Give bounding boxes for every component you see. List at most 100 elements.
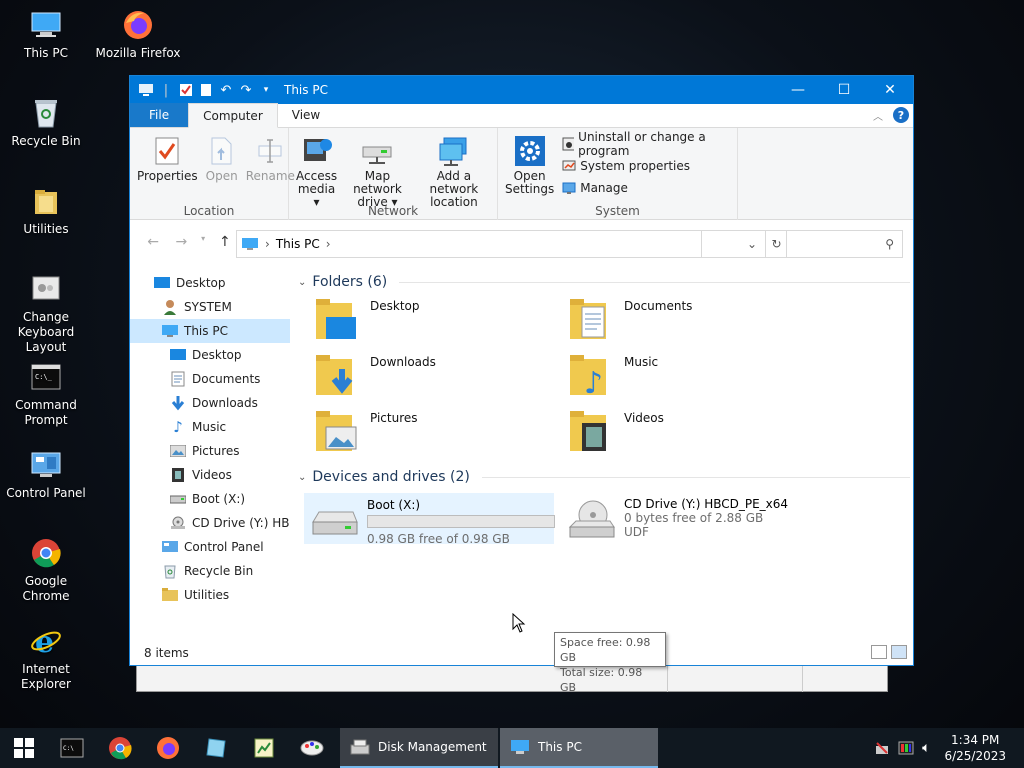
undo-icon[interactable]: ↶: [218, 82, 234, 98]
documents-folder-icon: [570, 299, 616, 341]
rename-icon: [254, 134, 286, 168]
network-tools-icon[interactable]: [874, 740, 890, 756]
large-icons-view-icon[interactable]: [891, 645, 907, 659]
new-folder-qat-icon[interactable]: [198, 82, 214, 98]
clock-date: 6/25/2023: [944, 749, 1006, 763]
display-color-icon[interactable]: [898, 740, 914, 756]
taskbar-app-6[interactable]: [288, 728, 336, 768]
item-count: 8 items: [144, 646, 189, 660]
navigation-pane: Desktop SYSTEM This PC Desktop Documents…: [130, 271, 290, 641]
clock[interactable]: 1:34 PM 6/25/2023: [944, 732, 1006, 764]
nav-item-utilities[interactable]: Utilities: [130, 583, 290, 607]
desktop-icon-this-pc[interactable]: This PC: [0, 8, 92, 61]
breadcrumb-this-pc[interactable]: This PC: [276, 237, 320, 251]
nav-item-pictures[interactable]: Pictures: [130, 439, 290, 463]
details-view-icon[interactable]: [871, 645, 887, 659]
desktop-icon-chrome[interactable]: Google Chrome: [0, 536, 92, 604]
nav-item-boot-drive[interactable]: Boot (X:): [130, 487, 290, 511]
maximize-button[interactable]: ☐: [821, 76, 867, 104]
devices-section-header[interactable]: ⌄ Devices and drives (2): [298, 466, 910, 488]
redo-icon[interactable]: ↷: [238, 82, 254, 98]
svg-text:C:\: C:\: [63, 745, 74, 752]
properties-qat-icon[interactable]: [178, 82, 194, 98]
explorer-window[interactable]: | ↶ ↷ ▾ This PC — ☐ ✕ File Computer View…: [129, 75, 914, 694]
folder-downloads[interactable]: Downloads: [316, 355, 436, 397]
notebook-icon: [206, 738, 226, 758]
tab-view[interactable]: View: [278, 103, 334, 127]
folder-videos[interactable]: Videos: [570, 411, 664, 453]
nav-item-cd-drive[interactable]: CD Drive (Y:) HBC: [130, 511, 290, 535]
recent-locations-icon[interactable]: ▾: [199, 234, 208, 250]
drive-boot[interactable]: Boot (X:) 0.98 GB free of 0.98 GB: [304, 493, 555, 546]
customize-qat-icon[interactable]: ▾: [258, 82, 274, 98]
back-arrow-icon[interactable]: ←: [142, 234, 164, 250]
drive-icon: [170, 491, 186, 507]
tab-file[interactable]: File: [130, 103, 189, 127]
desktop-icon-keyboard-layout[interactable]: Change Keyboard Layout: [0, 272, 92, 355]
folder-documents[interactable]: Documents: [570, 299, 692, 341]
access-media-icon: [301, 134, 333, 168]
system-properties-button[interactable]: System properties: [562, 158, 734, 174]
taskbar-app-4[interactable]: [192, 728, 240, 768]
forward-arrow-icon[interactable]: →: [170, 234, 192, 250]
taskbar-task-this-pc[interactable]: This PC: [500, 728, 658, 768]
mouse-cursor-icon: [512, 613, 526, 633]
help-icon[interactable]: ?: [893, 107, 909, 123]
search-input[interactable]: ⚲: [701, 230, 903, 258]
taskbar-task-disk-management[interactable]: Disk Management: [340, 728, 498, 768]
folder-pictures[interactable]: Pictures: [316, 411, 418, 453]
uninstall-program-button[interactable]: Uninstall or change a program: [562, 130, 734, 158]
folders-section-header[interactable]: ⌄ Folders (6): [298, 271, 910, 293]
nav-item-desktop-root[interactable]: Desktop: [130, 271, 290, 295]
nav-item-recycle-bin[interactable]: Recycle Bin: [130, 559, 290, 583]
folder-desktop[interactable]: Desktop: [316, 299, 420, 341]
desktop-icon-label: Command Prompt: [15, 398, 77, 427]
manage-button[interactable]: Manage: [562, 180, 734, 196]
taskbar-app-5[interactable]: [240, 728, 288, 768]
view-buttons: [871, 645, 907, 659]
drive-cd[interactable]: CD Drive (Y:) HBCD_PE_x64 0 bytes free o…: [562, 493, 862, 544]
desktop-icon-utilities[interactable]: Utilities: [0, 184, 92, 237]
close-button[interactable]: ✕: [867, 76, 913, 104]
tab-computer[interactable]: Computer: [188, 103, 278, 128]
folder-music[interactable]: ♪ Music: [570, 355, 658, 401]
nav-item-control-panel[interactable]: Control Panel: [130, 535, 290, 559]
nav-item-music[interactable]: ♪ Music: [130, 415, 290, 439]
drive-free-space: 0.98 GB free of 0.98 GB: [367, 532, 510, 546]
nav-item-videos[interactable]: Videos: [130, 463, 290, 487]
taskbar-chrome[interactable]: [96, 728, 144, 768]
nav-item-downloads[interactable]: Downloads: [130, 391, 290, 415]
desktop-icon-firefox[interactable]: Mozilla Firefox: [92, 8, 184, 61]
manage-label: Manage: [580, 181, 628, 195]
nav-item-this-pc[interactable]: This PC: [130, 319, 290, 343]
this-pc-small-icon: [138, 82, 154, 98]
chart-doc-icon: [254, 738, 274, 758]
chrome-icon: [109, 737, 132, 760]
manage-icon: [562, 182, 576, 194]
drive-name: Boot (X:): [367, 498, 421, 512]
taskbar-firefox[interactable]: [144, 728, 192, 768]
status-bar: 8 items: [130, 641, 913, 665]
start-button[interactable]: [0, 728, 48, 768]
desktop-icon-command-prompt[interactable]: C:\_ Command Prompt: [0, 360, 92, 428]
nav-item-desktop[interactable]: Desktop: [130, 343, 290, 367]
nav-item-system[interactable]: SYSTEM: [130, 295, 290, 319]
system-properties-icon: [562, 160, 576, 171]
volume-muted-icon[interactable]: 🔈︎: [922, 740, 930, 756]
recycle-bin-icon: [162, 563, 178, 579]
desktop-icon-control-panel[interactable]: Control Panel: [0, 448, 92, 501]
taskbar-command-prompt[interactable]: C:\: [48, 728, 96, 768]
up-arrow-icon[interactable]: ↑: [214, 234, 236, 250]
drive-usage-bar: [367, 515, 555, 528]
desktop-icon-internet-explorer[interactable]: e Internet Explorer: [0, 624, 92, 692]
desktop-folder-icon: [316, 299, 362, 341]
open-icon: [206, 134, 238, 168]
background-window[interactable]: [136, 664, 888, 692]
desktop-icon-recycle-bin[interactable]: Recycle Bin: [0, 96, 92, 149]
firefox-icon: [157, 737, 179, 759]
collapse-ribbon-icon[interactable]: ︿: [873, 108, 883, 123]
nav-item-documents[interactable]: Documents: [130, 367, 290, 391]
desktop-icon-label: Control Panel: [6, 486, 86, 500]
title-bar[interactable]: | ↶ ↷ ▾ This PC — ☐ ✕: [130, 76, 913, 104]
minimize-button[interactable]: —: [775, 76, 821, 104]
